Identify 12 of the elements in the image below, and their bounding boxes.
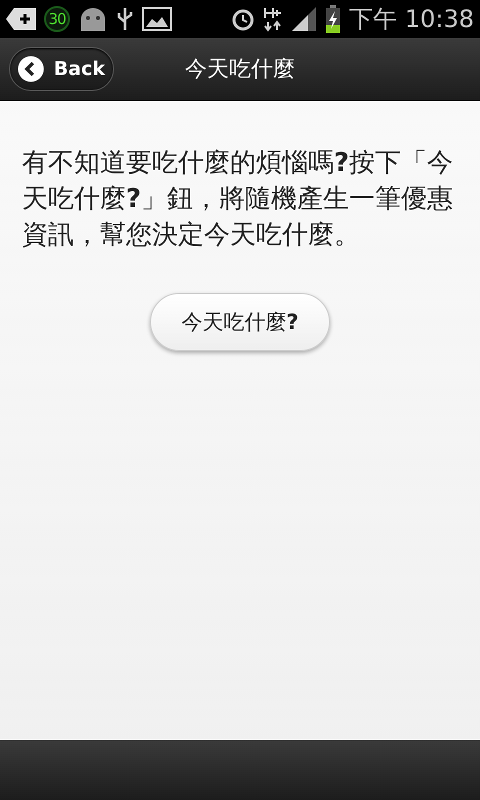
- signal-icon: [291, 6, 318, 32]
- page-title: 今天吃什麼: [184, 56, 296, 84]
- battery-icon: [325, 5, 342, 33]
- notification-badge: 30: [44, 6, 70, 32]
- back-button[interactable]: Back: [9, 47, 114, 91]
- image-icon: [142, 7, 172, 31]
- network-icon: [263, 6, 284, 32]
- add-icon: [6, 8, 36, 30]
- usb-icon: [116, 6, 134, 32]
- decide-button[interactable]: 今天吃什麼?: [150, 293, 330, 351]
- clock-time: 下午 10:38: [349, 4, 474, 35]
- description-text: 有不知道要吃什麼的煩惱嗎?按下「今天吃什麼?」鈕，將隨機產生一筆優惠資訊，幫您決定今天吃什麼。: [22, 147, 454, 252]
